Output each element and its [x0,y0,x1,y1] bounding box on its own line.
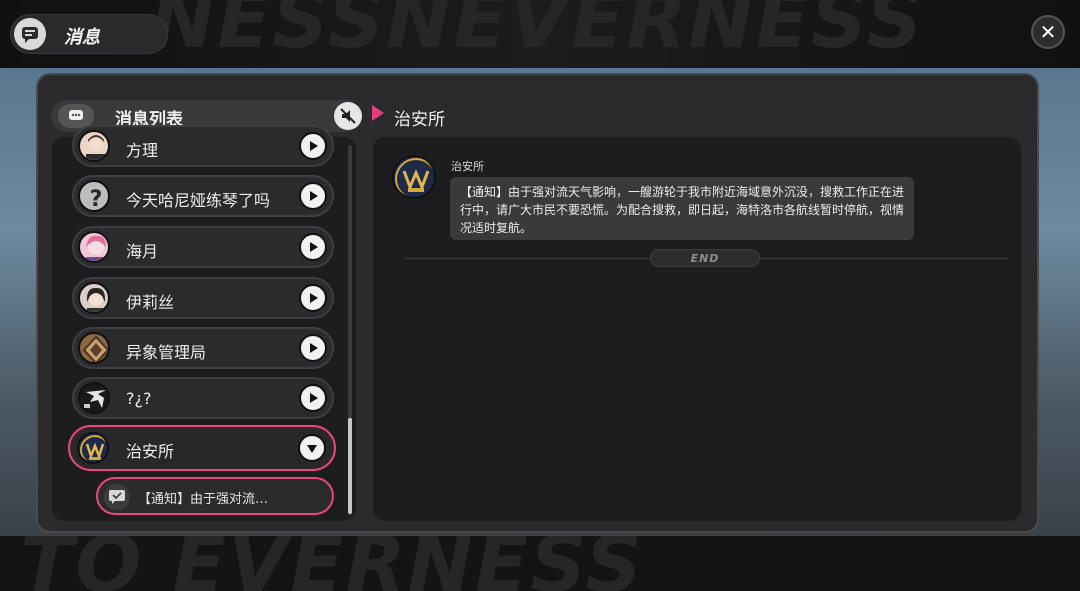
contact-name: 方理 [126,141,159,160]
glitch-avatar [78,382,110,414]
collapse-button[interactable] [298,434,326,462]
open-chat-button[interactable] [299,284,327,312]
end-marker: END [650,249,760,267]
list-item[interactable]: 伊莉丝 [72,277,334,319]
play-icon [310,393,318,403]
close-icon: ✕ [1039,20,1057,44]
contact-name: 异象管理局 [126,343,207,362]
window-title: 消息 [64,27,100,48]
sender-name: 治安所 [451,160,484,173]
message-check-icon [104,484,130,510]
play-icon [310,191,318,201]
list-item[interactable]: ? 今天哈尼娅练琴了吗 [72,175,334,217]
police-emblem [77,432,109,464]
mute-icon[interactable] [334,102,362,130]
bureau-emblem [78,332,110,364]
play-icon [310,242,318,252]
sender-avatar [392,155,436,199]
avatar [78,130,110,162]
contact-name: 海月 [126,242,159,261]
message-text: 【通知】由于强对流天气影响，一艘游轮于我市附近海域意外沉没，搜救工作正在进行中，… [460,185,905,235]
svg-text:?: ? [90,187,103,212]
question-mark-avatar: ? [78,180,110,212]
list-item[interactable]: 方理 [72,125,334,167]
chevron-down-icon [307,445,317,453]
contact-name: 今天哈尼娅练琴了吗 [126,191,271,210]
avatar [78,231,110,263]
message-app-icon [14,18,46,50]
message-preview: 【通知】由于强对流… [138,492,269,507]
avatar [78,282,110,314]
scrollbar-thumb[interactable] [348,418,352,514]
breadcrumb: 治安所 [394,110,445,130]
contact-name: 治安所 [126,442,175,461]
list-item[interactable]: 海月 [72,226,334,268]
play-icon [310,141,318,151]
contact-name: 伊莉丝 [126,293,175,312]
message-thread-item[interactable]: 【通知】由于强对流… [96,477,334,515]
open-chat-button[interactable] [299,182,327,210]
open-chat-button[interactable] [299,384,327,412]
list-item-selected[interactable]: 治安所 [68,425,336,471]
play-icon [310,343,318,353]
open-chat-button[interactable] [299,334,327,362]
open-chat-button[interactable] [299,132,327,160]
bottom-banner: TO EVERNESS [0,536,1080,591]
play-icon [310,293,318,303]
list-item[interactable]: ?¿? [72,377,334,419]
breadcrumb-arrow-icon [372,105,384,121]
open-chat-button[interactable] [299,233,327,261]
list-item[interactable]: 异象管理局 [72,327,334,369]
contact-name: ?¿? [126,389,152,408]
close-button[interactable]: ✕ [1031,15,1065,49]
